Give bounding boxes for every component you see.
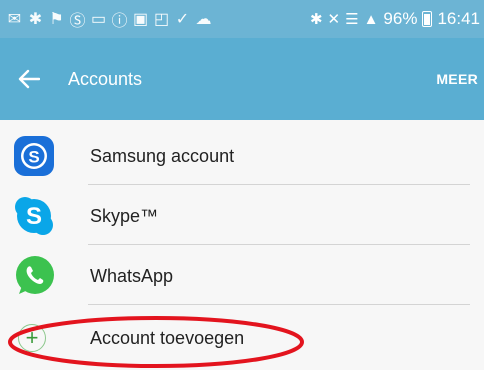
- signal-icon: ▲: [363, 10, 379, 28]
- page-title: Accounts: [68, 68, 143, 89]
- gallery-icon: ◰: [153, 11, 170, 28]
- account-label: Skype™: [90, 205, 159, 226]
- message-icon: ▭: [90, 11, 107, 28]
- list-item-skype[interactable]: S Skype™: [0, 186, 484, 246]
- skype-notification-icon: Ⓢ: [69, 13, 86, 30]
- samsung-account-icon: S: [14, 136, 54, 176]
- divider: [88, 184, 470, 185]
- mute-icon: ✕: [327, 11, 341, 28]
- skype-icon: S: [15, 197, 53, 235]
- svg-text:S: S: [26, 203, 42, 230]
- plus-icon: +: [18, 324, 46, 352]
- mail-icon: ✉: [7, 11, 22, 28]
- image-icon: ▣: [132, 11, 149, 28]
- whatsapp-icon: [16, 256, 54, 294]
- status-bar: ✉ ✱ ⚑ Ⓢ ▭ ⓘ ▣ ◰ ✓ ☁ ✱ ✕ ☰ ▲ 96% 16:41: [0, 0, 484, 38]
- bluetooth-icon: ✱: [309, 11, 323, 28]
- account-label: WhatsApp: [90, 265, 174, 286]
- clock: 16:41: [437, 9, 480, 28]
- battery-percentage: 96%: [383, 9, 418, 28]
- divider: [88, 244, 470, 245]
- system-status: ✱ ✕ ☰ ▲ 96% 16:41: [310, 9, 480, 29]
- divider: [88, 304, 470, 305]
- battery-icon: [422, 11, 433, 27]
- weather-icon: ☁: [195, 11, 212, 28]
- list-item-whatsapp[interactable]: WhatsApp: [0, 246, 484, 306]
- svg-text:S: S: [28, 148, 39, 167]
- notification-icon: ✱: [28, 11, 43, 28]
- add-account-label: Account toevoegen: [90, 327, 245, 348]
- add-account-button[interactable]: + Account toevoegen: [0, 308, 484, 368]
- accounts-list: S Samsung account S Skype™ WhatsApp + Ac…: [0, 120, 484, 370]
- more-menu-button[interactable]: MEER: [436, 71, 478, 87]
- notification-icons: ✉ ✱ ⚑ Ⓢ ▭ ⓘ ▣ ◰ ✓ ☁: [6, 7, 212, 31]
- app-toolbar: Accounts MEER: [0, 38, 484, 120]
- info-icon: ⓘ: [111, 13, 128, 30]
- back-arrow-icon[interactable]: [0, 69, 58, 89]
- download-icon: ✓: [175, 11, 190, 28]
- list-item-samsung-account[interactable]: S Samsung account: [0, 126, 484, 186]
- wifi-icon: ☰: [345, 11, 359, 28]
- activity-icon: ⚑: [49, 11, 64, 28]
- account-label: Samsung account: [90, 145, 235, 166]
